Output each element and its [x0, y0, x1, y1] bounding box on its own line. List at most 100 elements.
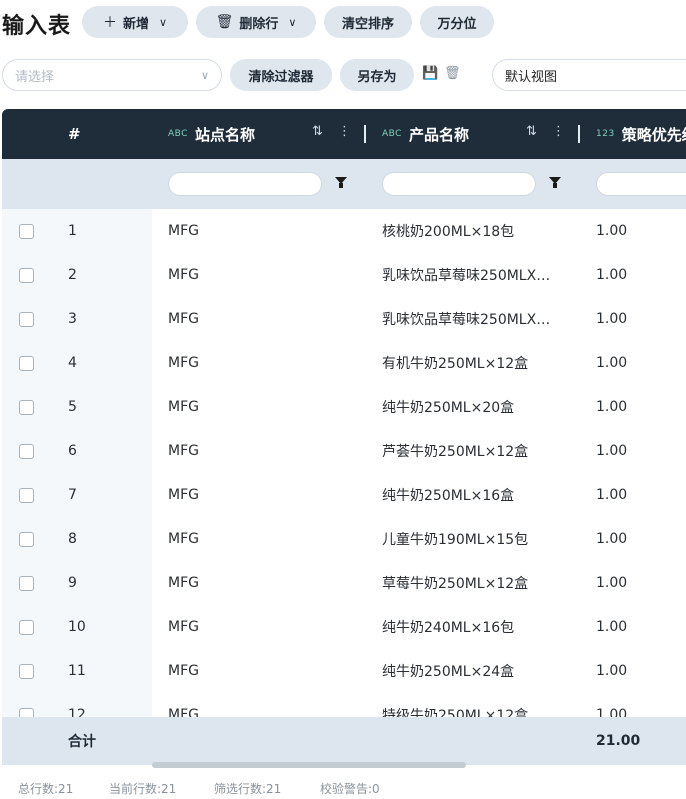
table-row[interactable]: 7 MFG 纯牛奶250ML×16盒 1.00	[2, 473, 686, 517]
priority-cell[interactable]: 1.00	[596, 649, 686, 693]
priority-cell[interactable]: 1.00	[596, 341, 686, 385]
grid-header: # ABC 站点名称 ⇅ ⋮ ABC 产品名称 ⇅ ⋮ 123 策略优先级	[2, 109, 686, 159]
add-button-label: 新增	[122, 16, 149, 32]
product-cell[interactable]: 特级牛奶250ML×12盒	[382, 693, 582, 717]
clear-filter-button[interactable]: 清除过滤器	[230, 59, 332, 91]
site-cell[interactable]: MFG	[168, 341, 368, 385]
priority-filter-input[interactable]	[596, 172, 686, 196]
row-checkbox[interactable]	[19, 268, 34, 283]
add-button[interactable]: ＋ 新增 ∨	[82, 6, 188, 38]
row-checkbox[interactable]	[19, 400, 34, 415]
header-priority[interactable]: 123 策略优先级	[596, 109, 686, 159]
priority-cell[interactable]: 1.00	[596, 429, 686, 473]
site-cell[interactable]: MFG	[168, 209, 368, 253]
site-cell[interactable]: MFG	[168, 385, 368, 429]
row-index: 12	[68, 707, 86, 717]
row-checkbox[interactable]	[19, 356, 34, 371]
product-cell[interactable]: 草莓牛奶250ML×12盒	[382, 561, 582, 605]
view-name-input[interactable]: 默认视图	[492, 59, 686, 91]
status-warnings: 校验警告:0	[320, 782, 380, 796]
save-as-button[interactable]: 另存为	[340, 59, 414, 91]
header-site-name[interactable]: ABC 站点名称	[168, 109, 255, 159]
chevron-down-icon: ∨	[288, 15, 297, 29]
product-cell[interactable]: 纯牛奶250ML×20盒	[382, 385, 582, 429]
row-checkbox[interactable]	[19, 532, 34, 547]
sort-icon[interactable]: ⇅	[526, 124, 537, 139]
priority-cell[interactable]: 1.00	[596, 297, 686, 341]
table-row[interactable]: 4 MFG 有机牛奶250ML×12盒 1.00	[2, 341, 686, 385]
row-checkbox[interactable]	[19, 444, 34, 459]
priority-cell[interactable]: 1.00	[596, 385, 686, 429]
row-checkbox[interactable]	[19, 664, 34, 679]
table-row[interactable]: 10 MFG 纯牛奶240ML×16包 1.00	[2, 605, 686, 649]
select-placeholder: 请选择	[15, 69, 55, 85]
site-filter-input[interactable]	[168, 172, 322, 196]
table-row[interactable]: 1 MFG 核桃奶200ML×18包 1.00	[2, 209, 686, 253]
funnel-icon[interactable]	[335, 177, 347, 188]
product-cell[interactable]: 乳味饮品草莓味250MLX…	[382, 297, 582, 341]
chevron-down-icon: ∨	[158, 15, 168, 29]
table-row[interactable]: 5 MFG 纯牛奶250ML×20盒 1.00	[2, 385, 686, 429]
column-resize-handle[interactable]	[364, 125, 366, 143]
product-cell[interactable]: 有机牛奶250ML×12盒	[382, 341, 582, 385]
priority-cell[interactable]: 1.00	[596, 209, 686, 253]
site-cell[interactable]: MFG	[168, 649, 368, 693]
table-row[interactable]: 11 MFG 纯牛奶250ML×24盒 1.00	[2, 649, 686, 693]
site-cell[interactable]: MFG	[168, 693, 368, 717]
priority-cell[interactable]: 1.00	[596, 473, 686, 517]
product-cell[interactable]: 纯牛奶250ML×24盒	[382, 649, 582, 693]
row-checkbox[interactable]	[19, 312, 34, 327]
row-index: 7	[68, 487, 77, 503]
funnel-icon[interactable]	[549, 177, 561, 188]
row-checkbox[interactable]	[19, 224, 34, 239]
table-row[interactable]: 2 MFG 乳味饮品草莓味250MLX… 1.00	[2, 253, 686, 297]
product-cell[interactable]: 纯牛奶240ML×16包	[382, 605, 582, 649]
product-cell[interactable]: 核桃奶200ML×18包	[382, 209, 582, 253]
sort-icon[interactable]: ⇅	[312, 124, 323, 139]
site-cell[interactable]: MFG	[168, 605, 368, 649]
clear-sort-button[interactable]: 清空排序	[324, 6, 412, 38]
table-row[interactable]: 8 MFG 儿童牛奶190ML×15包 1.00	[2, 517, 686, 561]
priority-cell[interactable]: 1.00	[596, 561, 686, 605]
trash-icon[interactable]: 🗑	[444, 66, 461, 81]
header-product-name[interactable]: ABC 产品名称	[382, 109, 469, 159]
row-checkbox[interactable]	[19, 488, 34, 503]
site-cell[interactable]: MFG	[168, 561, 368, 605]
site-cell[interactable]: MFG	[168, 517, 368, 561]
row-checkbox[interactable]	[19, 620, 34, 635]
priority-cell[interactable]: 1.00	[596, 253, 686, 297]
site-cell[interactable]: MFG	[168, 473, 368, 517]
row-checkbox[interactable]	[19, 576, 34, 591]
row-index: 4	[68, 355, 77, 371]
kebab-icon[interactable]: ⋮	[552, 124, 565, 139]
product-filter-input[interactable]	[382, 172, 536, 196]
row-checkbox[interactable]	[19, 708, 34, 717]
view-name-value: 默认视图	[505, 69, 558, 85]
table-row[interactable]: 9 MFG 草莓牛奶250ML×12盒 1.00	[2, 561, 686, 605]
column-select[interactable]: 请选择 ∨	[2, 59, 222, 91]
product-cell[interactable]: 纯牛奶250ML×16盒	[382, 473, 582, 517]
table-row[interactable]: 3 MFG 乳味饮品草莓味250MLX… 1.00	[2, 297, 686, 341]
product-cell[interactable]: 芦荟牛奶250ML×12盒	[382, 429, 582, 473]
site-cell[interactable]: MFG	[168, 253, 368, 297]
delete-row-button[interactable]: 🗑 删除行 ∨	[196, 6, 316, 38]
site-cell[interactable]: MFG	[168, 297, 368, 341]
table-row[interactable]: 6 MFG 芦荟牛奶250ML×12盒 1.00	[2, 429, 686, 473]
text-type-icon: ABC	[168, 129, 188, 139]
row-index: 5	[68, 399, 77, 415]
total-row: 合计 21.00	[2, 717, 686, 765]
priority-cell[interactable]: 1.00	[596, 517, 686, 561]
kebab-icon[interactable]: ⋮	[338, 124, 351, 139]
product-cell[interactable]: 乳味饮品草莓味250MLX…	[382, 253, 582, 297]
save-icon[interactable]: 💾	[422, 66, 438, 81]
filter-row	[2, 159, 686, 209]
product-cell[interactable]: 儿童牛奶190ML×15包	[382, 517, 582, 561]
priority-cell[interactable]: 1.00	[596, 693, 686, 717]
priority-cell[interactable]: 1.00	[596, 605, 686, 649]
table-row[interactable]: 12 MFG 特级牛奶250ML×12盒 1.00	[2, 693, 686, 717]
thousands-separator-button[interactable]: 万分位	[420, 6, 494, 38]
site-cell[interactable]: MFG	[168, 429, 368, 473]
column-resize-handle[interactable]	[578, 125, 580, 143]
grid-body: 1 MFG 核桃奶200ML×18包 1.00 2 MFG 乳味饮品草莓味250MLX… 1.…	[2, 209, 686, 717]
horizontal-scrollbar[interactable]	[152, 762, 466, 768]
